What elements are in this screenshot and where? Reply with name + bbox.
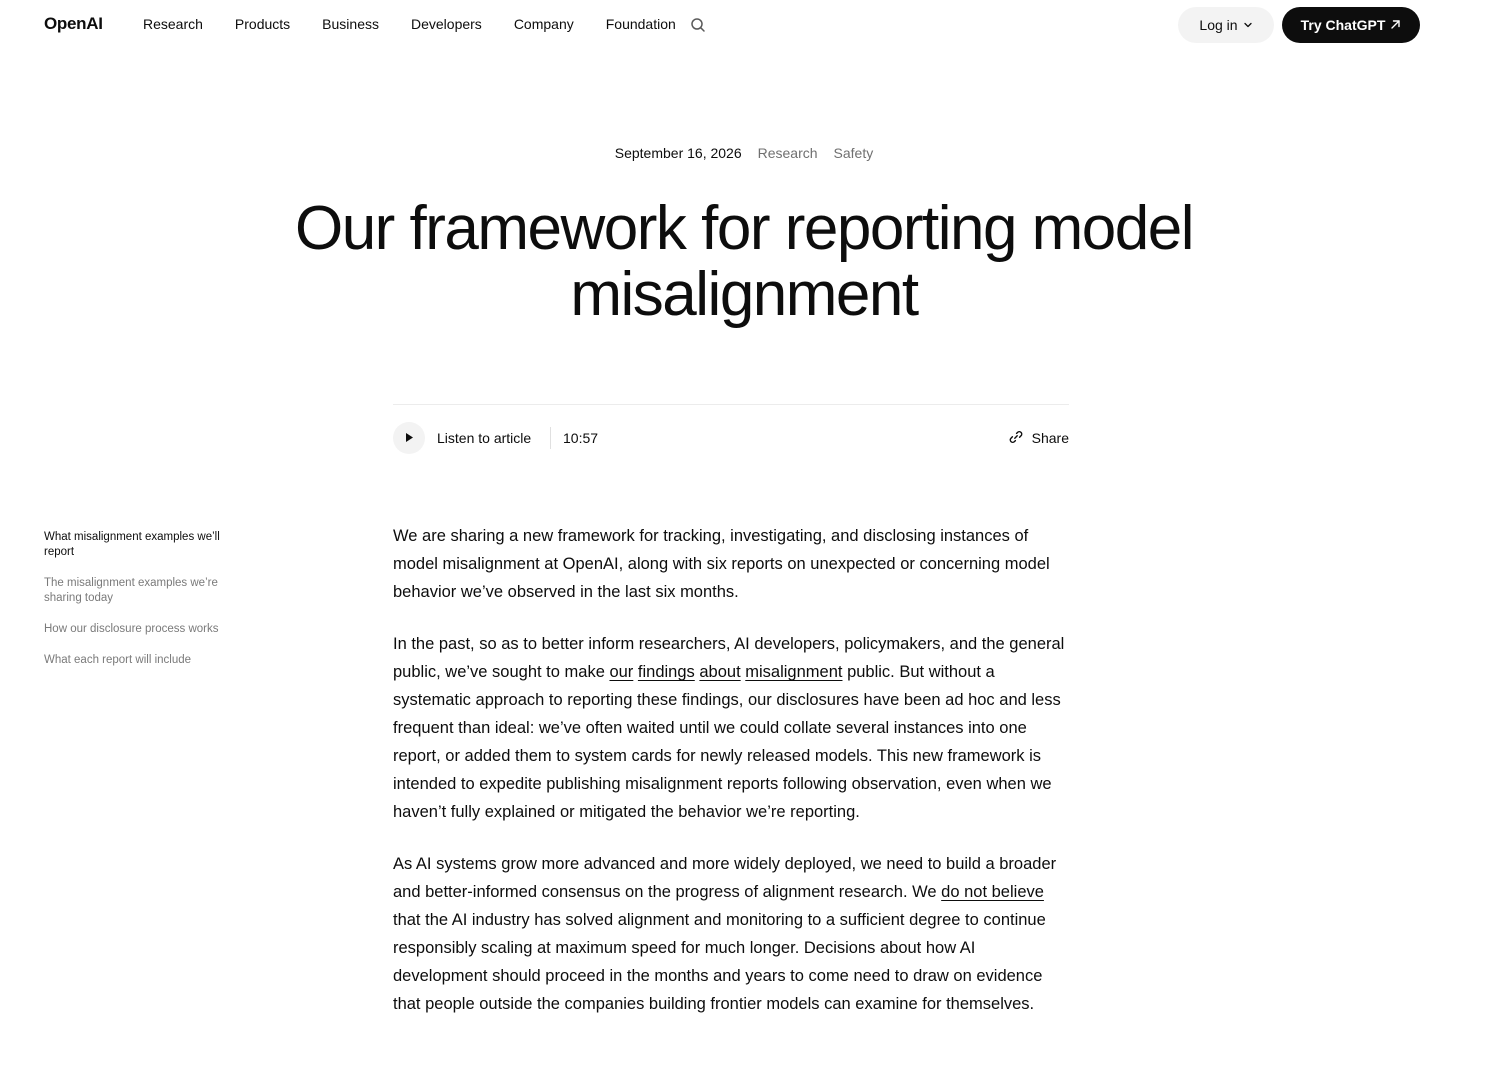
listen-label[interactable]: Listen to article bbox=[437, 430, 531, 446]
toc-link-examples-today[interactable]: The misalignment examples we’re sharing … bbox=[44, 576, 234, 606]
link-misalignment[interactable]: misalignment bbox=[745, 663, 842, 681]
openai-logo[interactable]: OpenAI bbox=[44, 14, 103, 34]
top-nav: OpenAI Research Products Business Develo… bbox=[0, 0, 1488, 50]
audio-player: Listen to article 10:57 Share bbox=[393, 421, 1069, 455]
main-nav: Research Products Business Developers Co… bbox=[143, 16, 708, 32]
login-label: Log in bbox=[1199, 17, 1238, 33]
toc-item: What each report will include bbox=[44, 653, 234, 668]
nav-foundation[interactable]: Foundation bbox=[606, 16, 676, 32]
nav-research[interactable]: Research bbox=[143, 16, 203, 32]
p2-text-after: public. But without a systematic approac… bbox=[393, 663, 1061, 821]
table-of-contents: What misalignment examples we’ll report … bbox=[44, 530, 234, 684]
toc-link-disclosure-process[interactable]: How our disclosure process works bbox=[44, 622, 234, 637]
arrow-up-right-icon bbox=[1390, 17, 1401, 33]
share-label: Share bbox=[1031, 430, 1069, 446]
play-button[interactable] bbox=[393, 422, 425, 454]
nav-developers[interactable]: Developers bbox=[411, 16, 482, 32]
article-meta: September 16, 2026 Research Safety bbox=[0, 145, 1488, 161]
article-date: September 16, 2026 bbox=[614, 145, 742, 161]
nav-products[interactable]: Products bbox=[235, 16, 290, 32]
audio-duration: 10:57 bbox=[563, 430, 599, 446]
tag-safety[interactable]: Safety bbox=[834, 145, 874, 161]
chevron-down-icon bbox=[1243, 17, 1253, 33]
link-our[interactable]: our bbox=[609, 663, 633, 681]
search-icon[interactable] bbox=[689, 16, 707, 34]
play-icon bbox=[404, 431, 414, 446]
tag-research[interactable]: Research bbox=[758, 145, 818, 161]
toc-item: The misalignment examples we’re sharing … bbox=[44, 576, 234, 606]
nav-business[interactable]: Business bbox=[322, 16, 379, 32]
audio-separator bbox=[550, 427, 551, 449]
link-about[interactable]: about bbox=[699, 663, 740, 681]
share-button[interactable]: Share bbox=[1008, 426, 1069, 450]
try-chatgpt-button[interactable]: Try ChatGPT bbox=[1282, 7, 1420, 43]
body-paragraph-2: In the past, so as to better inform rese… bbox=[393, 630, 1065, 826]
article-title: Our framework for reporting model misali… bbox=[294, 194, 1195, 329]
header-divider bbox=[393, 404, 1069, 405]
toc-link-what-we-report[interactable]: What misalignment examples we’ll report bbox=[44, 530, 234, 560]
toc-item: How our disclosure process works bbox=[44, 622, 234, 637]
toc-link-report-contents[interactable]: What each report will include bbox=[44, 653, 234, 668]
p3-text-after: that the AI industry has solved alignmen… bbox=[393, 911, 1046, 1013]
nav-company[interactable]: Company bbox=[514, 16, 574, 32]
toc-item: What misalignment examples we’ll report bbox=[44, 530, 234, 560]
link-findings[interactable]: findings bbox=[638, 663, 695, 681]
article-body: We are sharing a new framework for track… bbox=[393, 522, 1065, 1042]
try-chatgpt-label: Try ChatGPT bbox=[1300, 17, 1386, 33]
link-do-not-believe[interactable]: do not believe bbox=[941, 883, 1044, 901]
login-button[interactable]: Log in bbox=[1178, 7, 1274, 43]
link-icon bbox=[1008, 429, 1024, 448]
body-paragraph-1: We are sharing a new framework for track… bbox=[393, 527, 1050, 601]
body-paragraph-3: As AI systems grow more advanced and mor… bbox=[393, 850, 1065, 1018]
